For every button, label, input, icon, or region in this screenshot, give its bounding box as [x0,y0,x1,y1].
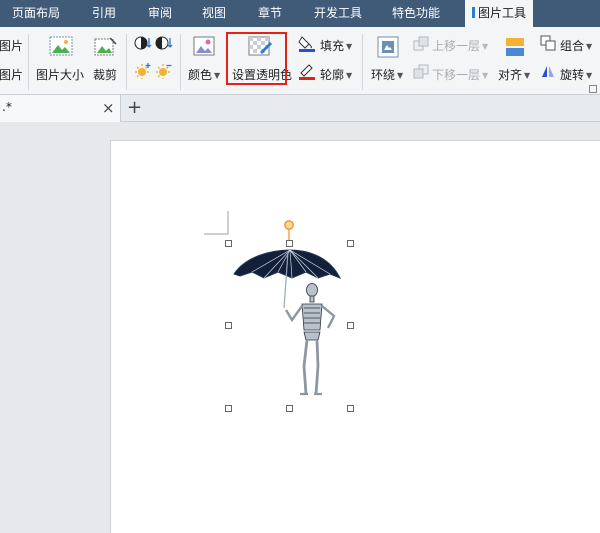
color-button[interactable]: 颜色 ▼ [188,66,220,83]
active-tab-marker [471,7,475,18]
outline-icon [299,64,315,80]
document-tab-bar: .* × + [0,95,600,122]
picture-size-icon [49,36,73,56]
resize-handle-top-left[interactable] [225,240,232,247]
insert-picture-button[interactable]: 图片 [0,37,23,54]
chevron-down-icon: ▼ [586,71,593,80]
change-picture-button[interactable]: 图片 [0,66,23,83]
bring-forward-icon [413,36,429,51]
decrease-contrast-icon[interactable] [155,35,173,51]
tab-picture-tools-label: 图片工具 [477,6,526,20]
chevron-down-icon: ▼ [346,71,353,80]
align-label: 对齐 [498,68,523,82]
fill-button[interactable]: 填充 ▼ [320,37,352,54]
send-backward-button[interactable]: 下移一层 ▼ [432,66,488,83]
document-tab[interactable]: .* × [0,95,121,122]
chevron-down-icon: ▼ [482,71,489,80]
crop-icon [94,37,117,56]
resize-handle-bottom-left[interactable] [225,405,232,412]
resize-handle-bottom-right[interactable] [347,405,354,412]
picture-size-button[interactable]: 图片大小 [36,66,84,83]
text-wrap-label: 环绕 [371,68,396,82]
text-wrap-button[interactable]: 环绕 ▼ [371,66,403,83]
bring-forward-label: 上移一层 [432,39,481,53]
resize-handle-right[interactable] [347,322,354,329]
rotate-icon [542,66,554,77]
bring-forward-button[interactable]: 上移一层 ▼ [432,37,488,54]
resize-handle-top[interactable] [286,240,293,247]
tab-special-features[interactable]: 特色功能 [380,0,452,27]
margin-corner-marker [204,211,229,235]
tab-page-layout[interactable]: 页面布局 [0,0,72,27]
send-backward-label: 下移一层 [432,68,481,82]
ribbon-separator [126,34,127,90]
document-tab-title: .* [2,100,12,114]
ribbon-separator [180,34,181,90]
tab-view[interactable]: 视图 [188,0,240,27]
tab-references[interactable]: 引用 [78,0,130,27]
color-icon [193,36,215,56]
chevron-down-icon: ▼ [397,71,404,80]
increase-contrast-icon[interactable] [134,35,152,51]
text-wrap-icon [377,36,399,58]
group-icon [540,35,556,51]
align-icon [506,38,524,56]
menu-tab-bar: 页面布局 引用 审阅 视图 章节 开发工具 特色功能 图片工具 [0,0,600,27]
annotation-highlight-box [226,32,287,85]
fill-label: 填充 [320,39,345,53]
chevron-down-icon: ▼ [586,42,593,51]
align-button[interactable]: 对齐 ▼ [498,66,530,83]
resize-handle-bottom[interactable] [286,405,293,412]
increase-brightness-icon[interactable] [134,62,152,79]
color-label: 颜色 [188,68,213,82]
outline-label: 轮廓 [320,68,345,82]
outline-button[interactable]: 轮廓 ▼ [320,66,352,83]
fill-icon [298,36,315,52]
crop-button[interactable]: 裁剪 [93,66,117,83]
close-tab-icon[interactable]: × [102,99,115,117]
chevron-down-icon: ▼ [214,71,221,80]
send-backward-icon [413,64,429,79]
chevron-down-icon: ▼ [482,42,489,51]
tab-review[interactable]: 审阅 [134,0,186,27]
dialog-launcher-icon[interactable] [589,85,597,93]
decrease-brightness-icon[interactable] [155,62,173,79]
resize-handle-top-right[interactable] [347,240,354,247]
rotate-button[interactable]: 旋转 ▼ [560,66,592,83]
chevron-down-icon: ▼ [346,42,353,51]
tab-section[interactable]: 章节 [244,0,296,27]
umbrella-skeleton-picture[interactable] [232,248,344,400]
rotate-label: 旋转 [560,68,585,82]
tab-picture-tools[interactable]: 图片工具 [465,0,533,27]
ribbon-separator [28,34,29,90]
tab-developer-tools[interactable]: 开发工具 [302,0,374,27]
group-button[interactable]: 组合 ▼ [560,37,592,54]
chevron-down-icon: ▼ [524,71,531,80]
document-page[interactable] [110,140,600,533]
ribbon-separator [362,34,363,90]
group-label: 组合 [560,39,585,53]
resize-handle-left[interactable] [225,322,232,329]
new-tab-icon[interactable]: + [127,97,142,118]
